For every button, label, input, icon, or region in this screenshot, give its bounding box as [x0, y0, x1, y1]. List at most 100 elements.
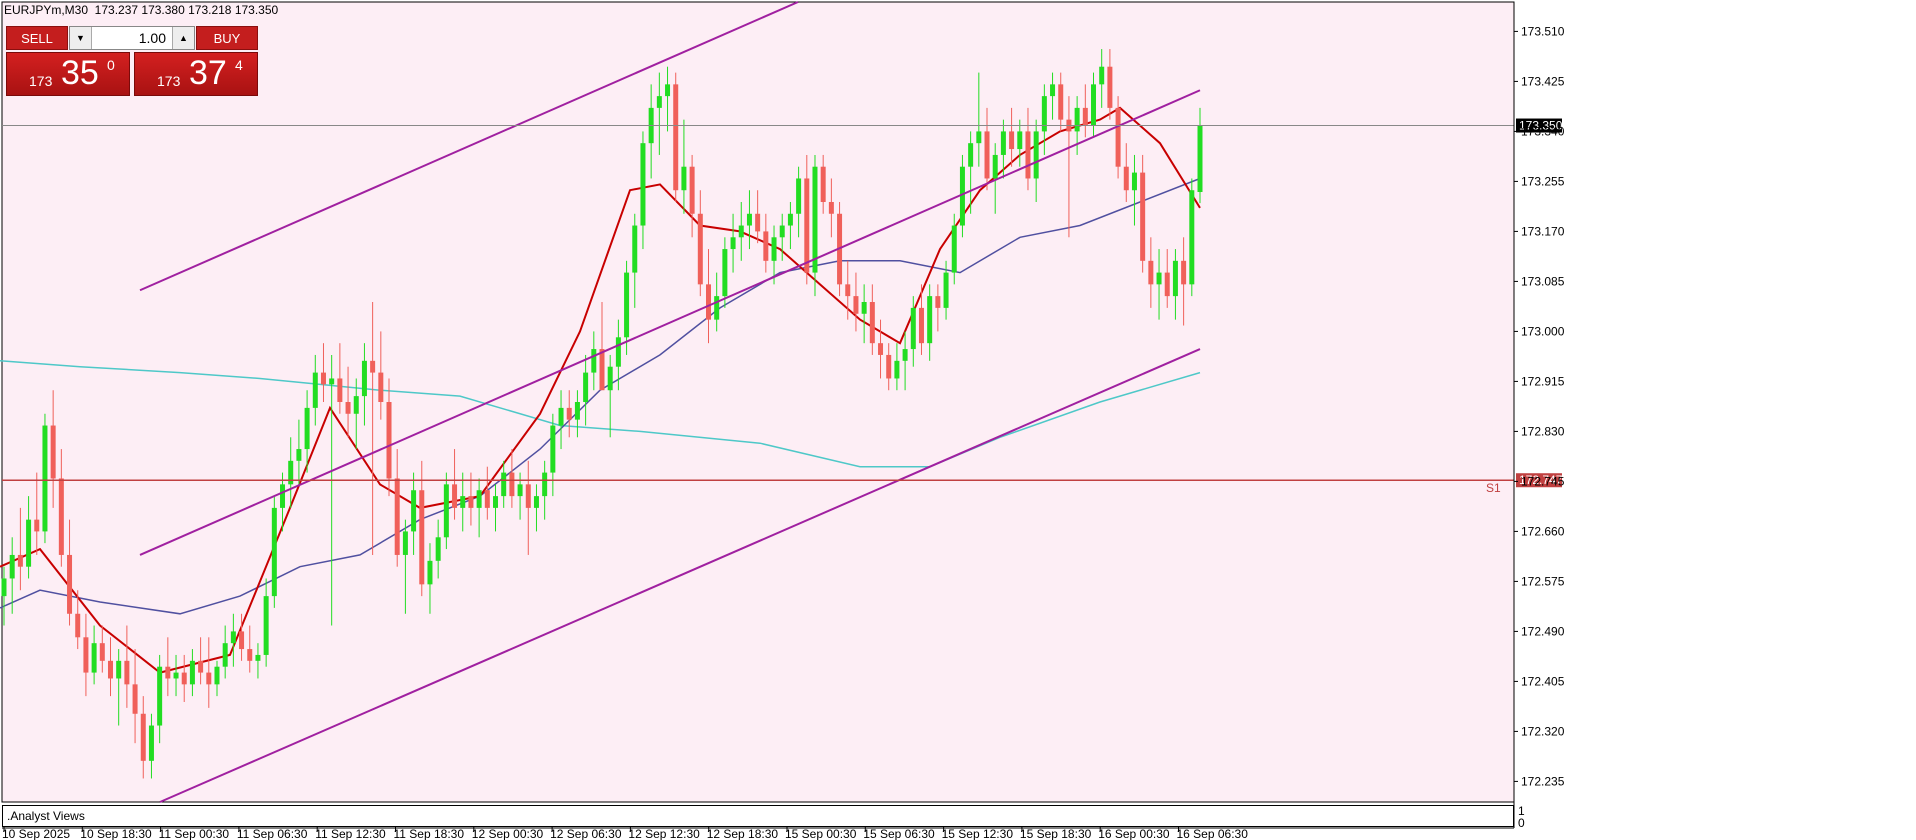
buy-button[interactable]: BUY	[196, 26, 258, 50]
candle-body	[280, 484, 286, 508]
candle-body	[681, 166, 687, 191]
candle-body	[869, 302, 875, 344]
candle-body	[607, 366, 613, 391]
candle[interactable]	[1140, 154, 1146, 273]
candle-body	[1140, 172, 1146, 261]
time-tick-label: 15 Sep 12:30	[942, 827, 1014, 840]
candle-body	[329, 378, 335, 385]
indicator-scale-bottom: 0	[1518, 816, 1525, 830]
lot-size-input[interactable]: ▼ 1.00 ▲	[69, 26, 195, 50]
candle-body	[320, 372, 326, 385]
time-tick-label: 11 Sep 00:30	[159, 827, 230, 840]
candle-body	[1131, 172, 1137, 191]
candle-body	[1, 578, 7, 597]
candle-body	[443, 484, 449, 538]
time-tick-label: 15 Sep 06:30	[863, 827, 935, 840]
candle[interactable]	[271, 496, 277, 608]
time-tick-label: 12 Sep 18:30	[707, 827, 779, 840]
candle-body	[689, 166, 695, 214]
candle[interactable]	[1115, 96, 1121, 179]
candle-body	[878, 343, 884, 355]
candle-body	[239, 631, 245, 650]
candle-body	[1033, 131, 1039, 179]
candle[interactable]	[673, 72, 679, 202]
candle-body	[779, 225, 785, 238]
candle-body	[1074, 107, 1080, 132]
sell-price-sup: 0	[107, 57, 115, 73]
chart-area[interactable]: 173.350 172.747 S1 173.510 173.425 173.340 17…	[0, 0, 1916, 840]
indicator-subwindow[interactable]: .Analyst Views	[2, 805, 1514, 827]
price-tick-label: 173.425	[1521, 74, 1565, 88]
candle-body	[107, 660, 113, 679]
candle-body	[132, 684, 138, 714]
candle-body	[656, 96, 662, 108]
one-click-trade-panel: SELL ▼ 1.00 ▲ BUY 173 35 0 173 37 4	[6, 26, 258, 96]
candle-body	[591, 349, 597, 373]
candle-body	[1197, 125, 1203, 192]
sell-price-big: 35	[61, 54, 99, 92]
candle-body	[17, 554, 23, 567]
buy-price-big: 37	[189, 54, 227, 92]
candle-body	[91, 643, 97, 673]
price-chart[interactable]: 173.350172.747S1 173.510173.425173.34017…	[0, 0, 1916, 840]
price-tick-label: 172.915	[1521, 374, 1565, 388]
candle-body	[345, 402, 351, 414]
candle-body	[615, 337, 621, 367]
candle-body	[1123, 166, 1129, 191]
time-tick-label: 11 Sep 12:30	[315, 827, 386, 840]
candle[interactable]	[42, 413, 48, 544]
price-tick-label: 172.235	[1521, 774, 1565, 788]
candle-body	[853, 296, 859, 314]
candle-body	[509, 472, 515, 497]
price-tick-label: 172.830	[1521, 424, 1565, 438]
lot-size-value[interactable]: 1.00	[94, 27, 170, 49]
sell-button[interactable]: SELL	[6, 26, 68, 50]
candle[interactable]	[1189, 178, 1195, 297]
candle-body	[501, 472, 507, 497]
candle-body	[583, 372, 589, 402]
candle-body	[452, 484, 458, 508]
lot-increase-icon[interactable]: ▲	[172, 27, 194, 49]
chart-background	[1, 1, 1515, 803]
candle-body	[894, 360, 900, 379]
candle-body	[255, 654, 261, 661]
candle-body	[976, 131, 982, 144]
candle-body	[910, 307, 916, 350]
candle-body	[312, 372, 318, 408]
candle-body	[787, 213, 793, 226]
candle-body	[99, 643, 105, 661]
candle-body	[1009, 131, 1015, 150]
candle-body	[67, 554, 73, 614]
buy-price-prefix: 173	[157, 73, 181, 89]
lot-decrease-icon[interactable]: ▼	[70, 27, 92, 49]
symbol-info: EURJPYm,M30 173.237 173.380 173.218 173.…	[4, 3, 279, 17]
candle-body	[746, 213, 752, 226]
candle-body	[222, 643, 228, 667]
candle-body	[845, 284, 851, 297]
candle-body	[632, 225, 638, 273]
candle-body	[640, 143, 646, 226]
time-tick-label: 12 Sep 00:30	[472, 827, 544, 840]
candle-body	[1041, 96, 1047, 132]
candle-body	[206, 672, 212, 685]
candle-body	[26, 519, 32, 567]
candle-body	[460, 496, 466, 508]
candle-body	[1115, 107, 1121, 167]
price-tick-label: 172.745	[1521, 474, 1565, 488]
candle-body	[738, 225, 744, 238]
candle-body	[1025, 131, 1031, 179]
candle-body	[1148, 260, 1154, 285]
price-tick-label: 172.320	[1521, 724, 1565, 738]
candle-body	[411, 490, 417, 532]
sell-price-tile[interactable]: 173 35 0	[6, 52, 130, 96]
candle-body	[665, 84, 671, 97]
candle-body	[558, 407, 564, 426]
indicator-label: .Analyst Views	[7, 809, 85, 823]
time-tick-label: 10 Sep 2025	[2, 827, 70, 840]
candle-body	[271, 507, 277, 597]
candle-body	[902, 349, 908, 361]
candle-body	[1189, 190, 1195, 285]
candle-body	[730, 237, 736, 250]
buy-price-tile[interactable]: 173 37 4	[134, 52, 258, 96]
candle-body	[50, 425, 56, 479]
